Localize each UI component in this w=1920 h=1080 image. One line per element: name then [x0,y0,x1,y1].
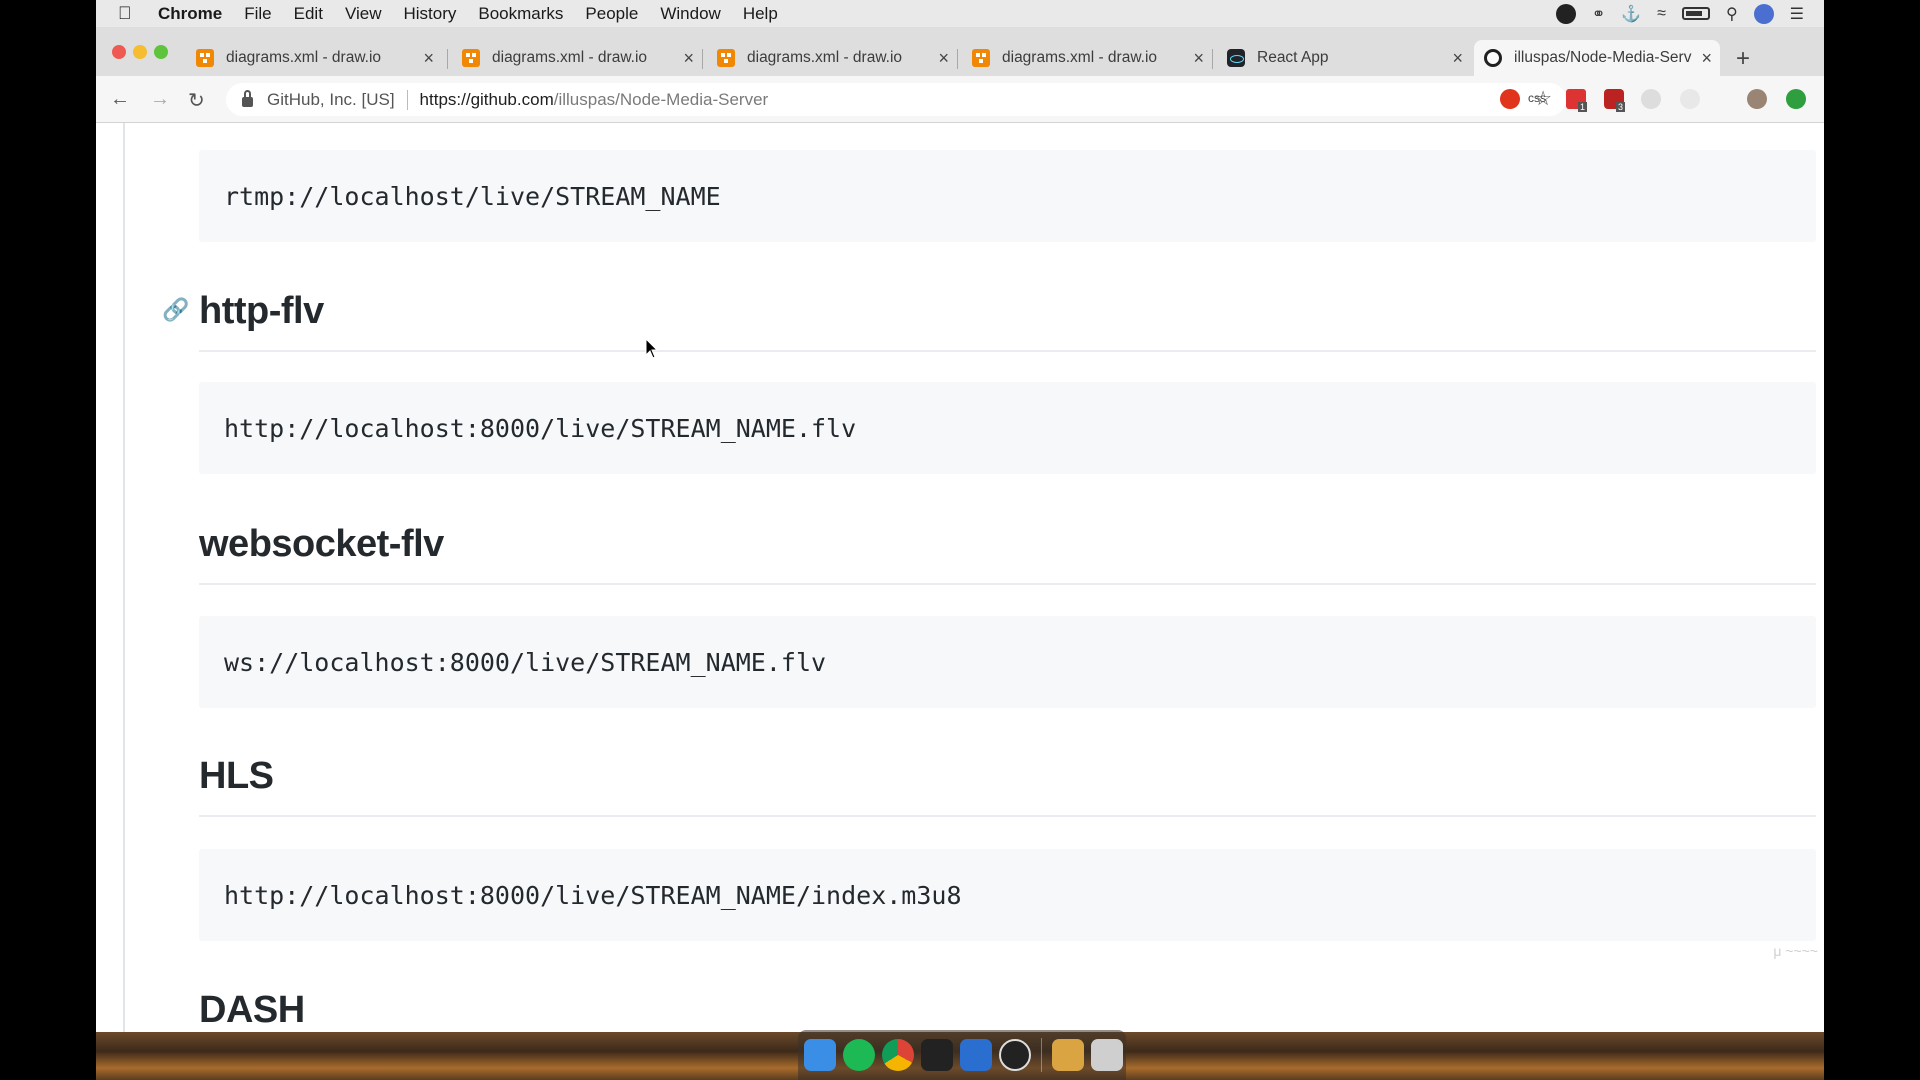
docker-icon[interactable]: ⚓ [1621,4,1641,24]
reload-icon[interactable]: ↻ [188,88,205,113]
app-status-icon[interactable] [1555,3,1576,24]
url-host[interactable]: https://github.com [420,90,554,110]
site-identity[interactable]: GitHub, Inc. [US] [267,90,395,110]
code-block-rtmp: rtmp://localhost/live/STREAM_NAME [199,150,1816,242]
lock-icon[interactable] [242,90,253,107]
drawio-icon [462,49,480,67]
heading-hls: HLS [199,755,274,797]
heading-dash: DASH [199,989,305,1031]
spotlight-search-icon[interactable]: ⚲ [1726,4,1738,24]
extension-css-icon[interactable]: css [1528,91,1546,105]
menu-window[interactable]: Window [660,4,720,24]
menu-help[interactable]: Help [743,4,778,24]
extension-grey-icon[interactable] [1641,89,1661,109]
heading-rule [199,583,1816,585]
screen:  Chrome File Edit View History Bookmark… [96,0,1824,1080]
tab-separator [447,49,448,69]
extension-badge: 3 [1616,102,1626,112]
trash-icon[interactable] [1091,1039,1123,1071]
forward-arrow-icon[interactable]: → [150,88,170,111]
wifi-icon[interactable]: ≈ [1657,5,1666,23]
battery-icon[interactable] [1681,7,1710,20]
menu-people[interactable]: People [585,4,638,24]
chrome-icon[interactable] [882,1039,914,1071]
back-arrow-icon[interactable]: ← [110,88,130,111]
drawio-icon [972,49,990,67]
udemy-watermark-icon: μ ~~~~ [1773,943,1818,959]
github-icon [1484,49,1502,67]
menu-history[interactable]: History [403,4,456,24]
new-tab-icon[interactable]: + [1736,45,1750,73]
tab-label: illuspas/Node-Media-Serv [1514,49,1692,66]
tab-label: React App [1257,49,1329,66]
tab-label: diagrams.xml - draw.io [747,49,903,66]
code-block-hls: http://localhost:8000/live/STREAM_NAME/i… [199,849,1816,941]
address-bar[interactable]: GitHub, Inc. [US] https://github.com/ill… [226,83,1566,116]
apple-menu-icon[interactable]:  [118,3,138,24]
spotify-icon[interactable] [843,1039,875,1071]
url-path[interactable]: /illuspas/Node-Media-Server [554,90,768,110]
omnibox-divider [406,89,408,110]
status-area: ⚭ ⚓ ≈ ⚲ ☰ [1555,0,1804,27]
tab-separator [1212,49,1213,69]
react-icon [1227,49,1245,67]
tab-label: diagrams.xml - draw.io [492,49,648,66]
github-readme-page: rtmp://localhost/live/STREAM_NAME 🔗 http… [96,123,1824,1032]
glasses-icon[interactable]: ⚭ [1592,4,1605,24]
close-window-button[interactable] [112,45,126,59]
heading-rule [199,350,1816,352]
tab-close-icon[interactable]: × [1452,48,1463,69]
extension-badge: 1 [1578,102,1588,112]
browser-tab[interactable]: diagrams.xml - draw.io × [452,40,702,76]
link-anchor-icon[interactable]: 🔗 [162,297,189,323]
tab-label: diagrams.xml - draw.io [226,49,382,66]
mac-menubar:  Chrome File Edit View History Bookmark… [96,0,1824,27]
tab-separator [702,49,703,69]
tab-close-icon[interactable]: × [938,48,949,69]
drawio-icon [196,49,214,67]
code-block-http-flv: http://localhost:8000/live/STREAM_NAME.f… [199,382,1816,474]
tab-separator [957,49,958,69]
obs-icon[interactable] [999,1039,1031,1071]
browser-tab-active[interactable]: illuspas/Node-Media-Serv × [1474,40,1720,76]
tab-close-icon[interactable]: × [1193,48,1204,69]
finder-icon[interactable] [804,1039,836,1071]
extension-opera-icon[interactable] [1500,89,1520,109]
zoom-window-button[interactable] [154,45,168,59]
menu-view[interactable]: View [345,4,382,24]
menu-app-chrome[interactable]: Chrome [158,4,222,24]
page-gutter [123,123,125,1032]
drawio-icon [717,49,735,67]
minimize-window-button[interactable] [133,45,147,59]
tab-label: diagrams.xml - draw.io [1002,49,1158,66]
heading-websocket-flv: websocket-flv [199,523,444,565]
tab-strip: diagrams.xml - draw.io × diagrams.xml - … [96,27,1824,76]
browser-tab[interactable]: diagrams.xml - draw.io × [186,40,442,76]
menu-edit[interactable]: Edit [294,4,323,24]
dock [798,1030,1126,1080]
menu-bookmarks[interactable]: Bookmarks [478,4,563,24]
dock-separator [1041,1038,1042,1072]
browser-tab[interactable]: diagrams.xml - draw.io × [962,40,1212,76]
browser-tab[interactable]: diagrams.xml - draw.io × [707,40,957,76]
extension-green-icon[interactable] [1786,89,1806,109]
folder-stack-icon[interactable] [1052,1039,1084,1071]
tab-close-icon[interactable]: × [1701,48,1712,69]
menu-file[interactable]: File [244,4,271,24]
extension-light-icon[interactable] [1680,89,1700,109]
browser-toolbar: ← → ↻ GitHub, Inc. [US] https://github.c… [96,76,1824,123]
heading-rule [199,815,1816,817]
mouse-cursor [645,337,659,365]
vscode-icon[interactable] [960,1039,992,1071]
tab-close-icon[interactable]: × [423,48,434,69]
code-block-websocket-flv: ws://localhost:8000/live/STREAM_NAME.flv [199,616,1816,708]
terminal-icon[interactable] [921,1039,953,1071]
notification-center-icon[interactable]: ☰ [1790,4,1804,24]
tab-close-icon[interactable]: × [683,48,694,69]
browser-tab[interactable]: React App × [1217,40,1471,76]
heading-http-flv: http-flv [199,290,324,332]
siri-icon[interactable] [1753,3,1774,24]
profile-avatar[interactable] [1747,89,1767,109]
